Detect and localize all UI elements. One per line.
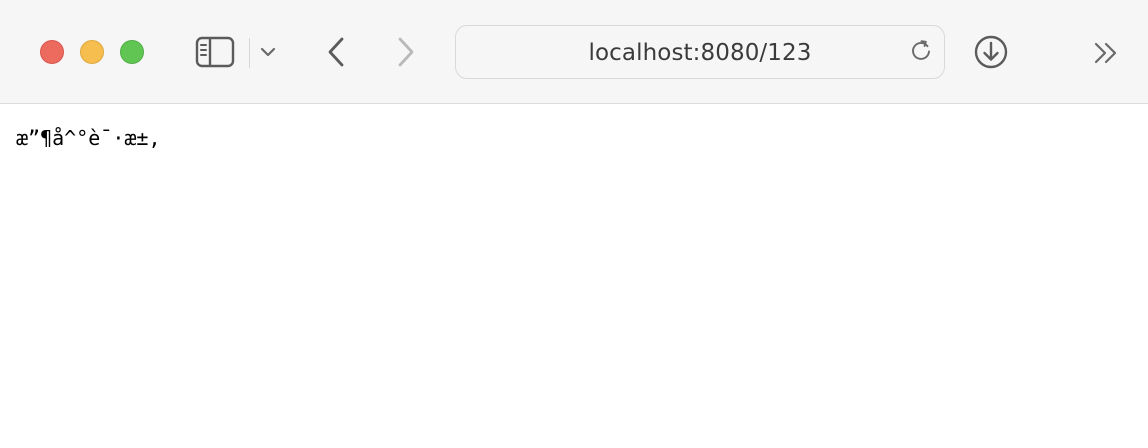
- minimize-window-button[interactable]: [80, 40, 104, 64]
- address-bar[interactable]: localhost:8080/123: [455, 25, 945, 79]
- toolbar-overflow-button[interactable]: [1090, 38, 1122, 68]
- page-content: æ”¶å^°è¯·æ±‚: [0, 105, 1148, 448]
- chevron-right-icon: [395, 36, 417, 68]
- page-body-text: æ”¶å^°è¯·æ±‚: [16, 126, 161, 150]
- downloads-button[interactable]: [973, 34, 1009, 70]
- sidebar-toggle-button[interactable]: [194, 35, 236, 69]
- url-text[interactable]: localhost:8080/123: [456, 39, 944, 67]
- forward-button[interactable]: [390, 34, 422, 70]
- download-icon: [973, 34, 1009, 70]
- reload-icon: [909, 38, 933, 67]
- maximize-window-button[interactable]: [120, 40, 144, 64]
- tab-group-menu-button[interactable]: [258, 42, 278, 62]
- toolbar-divider: [249, 38, 250, 68]
- browser-window: localhost:8080/123 æ”¶å^°è¯·æ±‚: [0, 0, 1148, 448]
- chevron-left-icon: [325, 36, 347, 68]
- back-button[interactable]: [320, 34, 352, 70]
- double-chevron-right-icon: [1091, 40, 1121, 66]
- browser-toolbar: localhost:8080/123: [0, 0, 1148, 104]
- close-window-button[interactable]: [40, 40, 64, 64]
- chevron-down-icon: [260, 46, 276, 58]
- reload-button[interactable]: [908, 39, 934, 65]
- sidebar-toggle-icon: [195, 36, 235, 68]
